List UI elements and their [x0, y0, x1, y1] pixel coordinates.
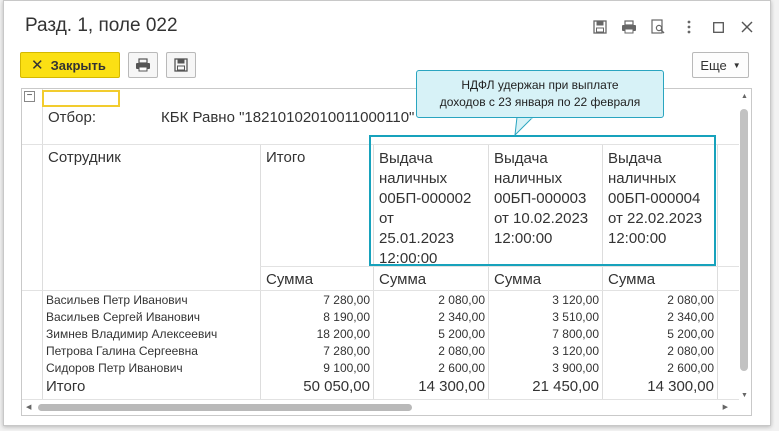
employee-name[interactable]: Петрова Галина Сергеевна [46, 344, 198, 358]
close-button-label: Закрыть [50, 57, 106, 73]
horizontal-scroll-thumb[interactable] [38, 404, 412, 411]
amount-cell[interactable]: 8 190,00 [260, 310, 370, 324]
amount-cell[interactable]: 2 080,00 [602, 293, 714, 307]
amount-cell[interactable]: 2 600,00 [602, 361, 714, 375]
window-title: Разд. 1, поле 022 [25, 15, 178, 36]
close-icon[interactable] [738, 18, 756, 36]
totals-col-2: 21 450,00 [532, 378, 599, 395]
total-column-header: Итого [266, 149, 306, 166]
employee-name[interactable]: Сидоров Петр Иванович [46, 361, 183, 375]
filter-label: Отбор: [48, 109, 96, 126]
totals-total: 50 050,00 [303, 378, 370, 395]
amount-cell[interactable]: 5 200,00 [602, 327, 714, 341]
employee-name[interactable]: Васильев Сергей Иванович [46, 310, 200, 324]
save-icon[interactable] [591, 18, 609, 36]
report-window: Разд. 1, поле 022 ✕ Закрыть Еще ▼ − Отбо… [3, 0, 771, 426]
employee-name[interactable]: Васильев Петр Иванович [46, 293, 188, 307]
amount-cell[interactable]: 2 600,00 [373, 361, 485, 375]
maximize-icon[interactable] [709, 18, 727, 36]
scroll-left-icon[interactable]: ◀ [26, 403, 31, 411]
highlight-frame [369, 135, 716, 266]
employee-name[interactable]: Зимнев Владимир Алексеевич [46, 327, 217, 341]
amount-cell[interactable]: 2 080,00 [373, 344, 485, 358]
close-x-icon: ✕ [31, 57, 44, 74]
preview-icon[interactable] [649, 18, 667, 36]
sum-subheader: Сумма [494, 271, 542, 288]
scroll-right-icon[interactable]: ▶ [723, 403, 728, 411]
more-vertical-icon[interactable] [680, 18, 698, 36]
amount-cell[interactable]: 9 100,00 [260, 361, 370, 375]
amount-cell[interactable]: 18 200,00 [260, 327, 370, 341]
selected-cell[interactable] [42, 90, 120, 107]
print-button[interactable] [128, 52, 158, 78]
amount-cell[interactable]: 2 080,00 [373, 293, 485, 307]
vertical-scroll-thumb[interactable] [740, 109, 748, 371]
amount-cell[interactable]: 3 120,00 [488, 344, 599, 358]
amount-cell[interactable]: 7 280,00 [260, 344, 370, 358]
chevron-down-icon: ▼ [732, 60, 741, 70]
totals-label: Итого [46, 378, 86, 395]
amount-cell[interactable]: 2 340,00 [373, 310, 485, 324]
sum-subheader: Сумма [379, 271, 427, 288]
scroll-up-icon[interactable]: ▲ [741, 93, 748, 100]
totals-col-1: 14 300,00 [418, 378, 485, 395]
close-button[interactable]: ✕ Закрыть [20, 52, 120, 78]
totals-col-3: 14 300,00 [647, 378, 714, 395]
amount-cell[interactable]: 3 510,00 [488, 310, 599, 324]
sum-subheader: Сумма [608, 271, 656, 288]
scroll-down-icon[interactable]: ▼ [741, 392, 748, 399]
save-button[interactable] [166, 52, 196, 78]
amount-cell[interactable]: 3 120,00 [488, 293, 599, 307]
amount-cell[interactable]: 2 080,00 [602, 344, 714, 358]
sum-subheader: Сумма [266, 271, 314, 288]
group-collapse-toggle[interactable]: − [24, 91, 35, 102]
more-button-label: Еще [700, 57, 727, 73]
more-button[interactable]: Еще ▼ [692, 52, 749, 78]
horizontal-scrollbar[interactable]: ◀ ▶ [26, 402, 728, 414]
print-icon[interactable] [620, 18, 638, 36]
amount-cell[interactable]: 7 800,00 [488, 327, 599, 341]
save-icon [174, 58, 188, 72]
callout-note: НДФЛ удержан при выплате доходов с 23 ян… [416, 70, 664, 118]
vertical-scrollbar[interactable]: ▲ ▼ [739, 93, 751, 399]
print-icon [136, 58, 150, 72]
amount-cell[interactable]: 3 900,00 [488, 361, 599, 375]
callout-pointer [514, 117, 534, 137]
filter-value: КБК Равно "18210102010011000110" [161, 109, 415, 126]
amount-cell[interactable]: 2 340,00 [602, 310, 714, 324]
amount-cell[interactable]: 5 200,00 [373, 327, 485, 341]
employee-column-header: Сотрудник [48, 149, 121, 166]
amount-cell[interactable]: 7 280,00 [260, 293, 370, 307]
